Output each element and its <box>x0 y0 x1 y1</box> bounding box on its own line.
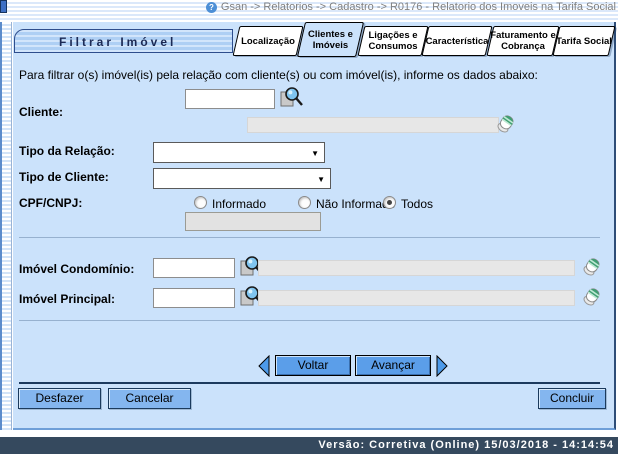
imovel-condominio-label: Imóvel Condomínio: <box>19 262 134 276</box>
cliente-nome-readonly <box>247 117 499 133</box>
left-striped-rail <box>0 22 12 430</box>
radio-informado-label: Informado <box>212 197 266 211</box>
window-corner-chip <box>0 0 7 13</box>
imovel-condominio-erase-icon[interactable] <box>582 253 604 277</box>
tipo-cliente-label: Tipo de Cliente: <box>19 170 109 184</box>
cliente-label: Cliente: <box>19 105 63 119</box>
radio-todos[interactable] <box>383 196 396 209</box>
section-divider <box>19 320 600 321</box>
imovel-principal-readonly <box>258 290 575 306</box>
footer-divider <box>19 382 600 384</box>
cancelar-button[interactable]: Cancelar <box>108 388 191 409</box>
radio-informado[interactable] <box>194 196 207 209</box>
cpf-cnpj-label: CPF/CNPJ: <box>19 196 82 210</box>
cliente-search-icon[interactable] <box>277 85 303 111</box>
tab-localizacao[interactable]: Localização <box>236 26 300 56</box>
chevron-down-icon: ▼ <box>311 149 319 158</box>
imovel-principal-erase-icon[interactable] <box>582 283 604 307</box>
imovel-principal-label: Imóvel Principal: <box>19 292 115 306</box>
avancar-button[interactable]: Avançar <box>355 355 431 376</box>
nav-back-arrow-icon[interactable] <box>257 355 271 377</box>
tab-label: Ligações e Consumos <box>361 26 425 56</box>
concluir-button[interactable]: Concluir <box>538 388 606 409</box>
instruction-text: Para filtrar o(s) imóvel(is) pela relaçã… <box>19 68 538 82</box>
filter-panel: Filtrar Imóvel Localização Clientes e Im… <box>13 22 616 430</box>
tab-clientes-e-imoveis[interactable]: Clientes e Imóveis <box>301 22 360 57</box>
help-icon[interactable]: ? <box>206 2 217 13</box>
tipo-cliente-select[interactable]: ▼ <box>153 168 331 189</box>
cliente-erase-icon[interactable] <box>496 110 518 134</box>
breadcrumb-text: Gsan -> Relatorios -> Cadastro -> R0176 … <box>221 1 616 13</box>
tab-label: Tarifa Social <box>556 26 612 56</box>
desfazer-button[interactable]: Desfazer <box>18 388 101 409</box>
tab-caracteristica[interactable]: Característica <box>425 26 489 56</box>
version-text: Versão: Corretiva (Online) 15/03/2018 - … <box>318 439 614 451</box>
tab-label: Clientes e Imóveis <box>301 22 360 57</box>
gsan-window: ? Gsan -> Relatorios -> Cadastro -> R017… <box>0 0 618 454</box>
nav-forward-arrow-icon[interactable] <box>435 355 449 377</box>
voltar-button[interactable]: Voltar <box>275 355 351 376</box>
imovel-condominio-readonly <box>258 260 575 276</box>
cpf-cnpj-input-disabled <box>185 212 321 231</box>
page-title: Filtrar Imóvel <box>15 30 232 49</box>
tab-label: Localização <box>236 26 300 56</box>
breadcrumb: ? Gsan -> Relatorios -> Cadastro -> R017… <box>206 1 616 13</box>
section-divider <box>19 237 600 238</box>
version-bar: Versão: Corretiva (Online) 15/03/2018 - … <box>0 437 618 454</box>
tipo-relacao-label: Tipo da Relação: <box>19 144 115 158</box>
page-title-bar: Filtrar Imóvel <box>14 29 233 53</box>
radio-nao-informado[interactable] <box>298 196 311 209</box>
tab-label: Faturamento e Cobrança <box>490 26 556 56</box>
chevron-down-icon: ▼ <box>317 175 325 184</box>
imovel-condominio-input[interactable] <box>153 258 235 278</box>
imovel-principal-input[interactable] <box>153 288 235 308</box>
tab-label: Característica <box>425 26 489 56</box>
radio-todos-label: Todos <box>401 197 433 211</box>
tab-faturamento-e-cobranca[interactable]: Faturamento e Cobrança <box>490 26 556 56</box>
tab-ligacoes-e-consumos[interactable]: Ligações e Consumos <box>361 26 425 56</box>
cliente-input[interactable] <box>185 89 275 109</box>
tipo-relacao-select[interactable]: ▼ <box>153 142 325 163</box>
tab-tarifa-social[interactable]: Tarifa Social <box>556 26 612 56</box>
